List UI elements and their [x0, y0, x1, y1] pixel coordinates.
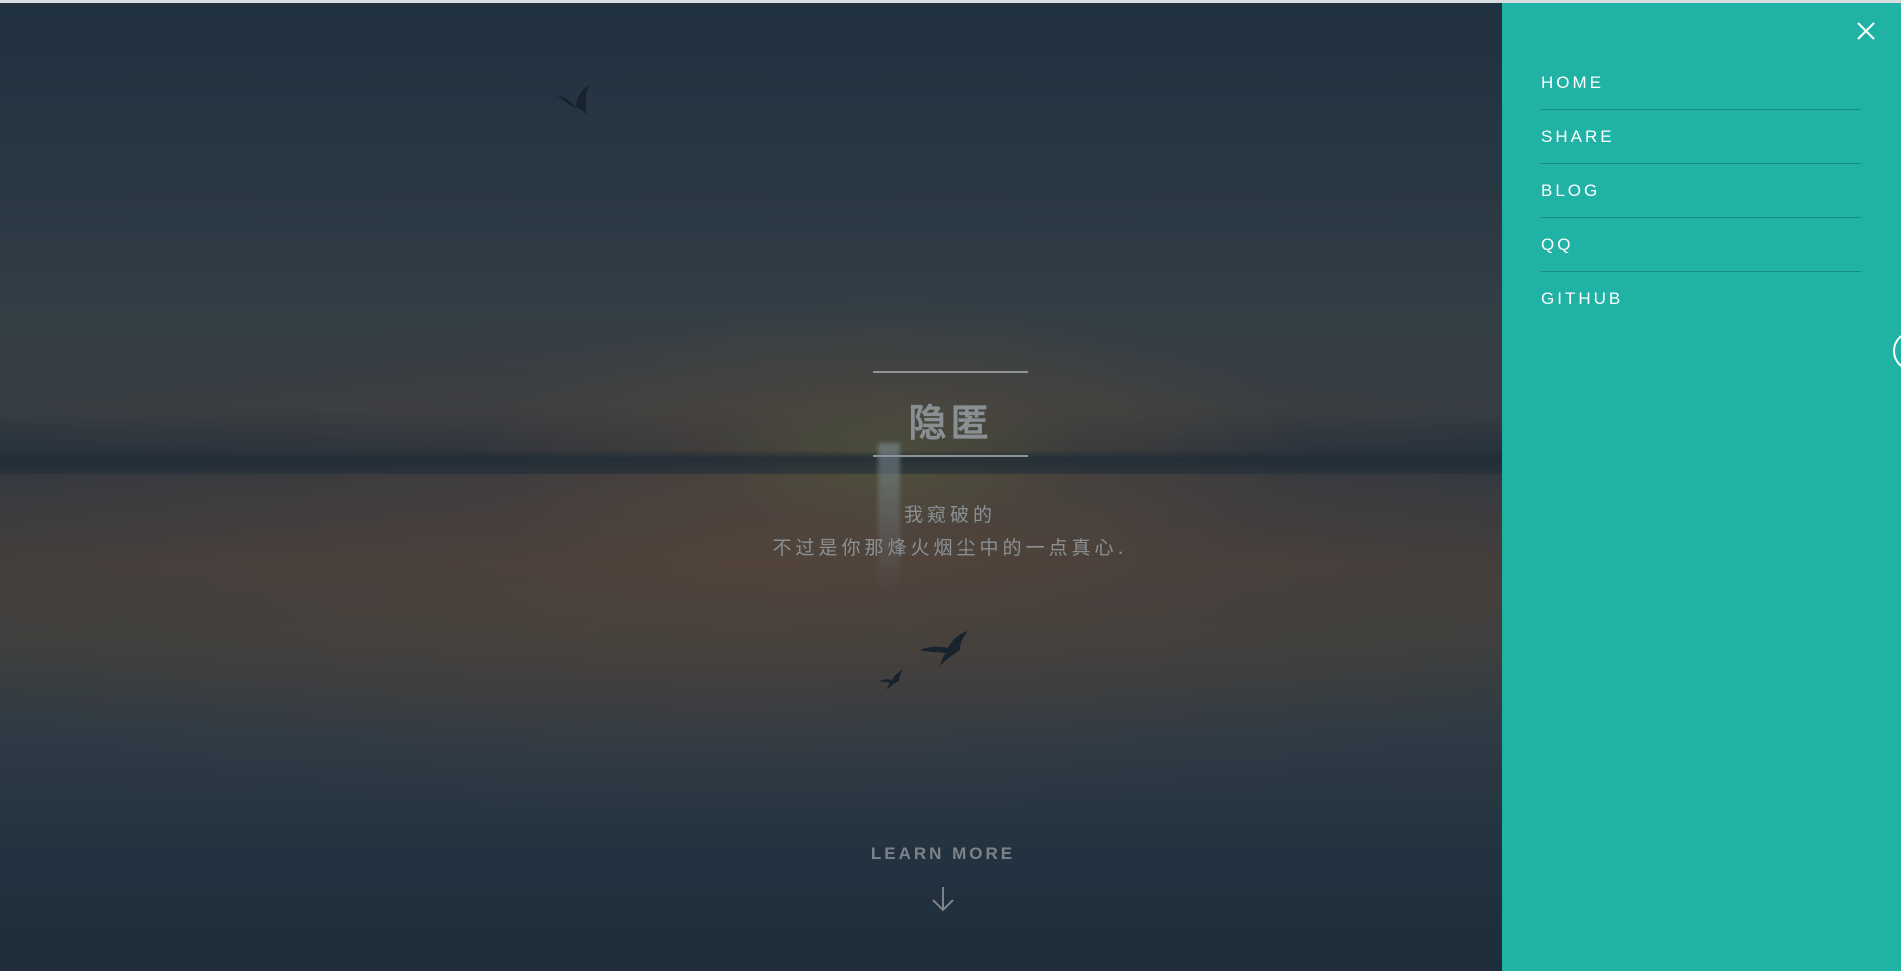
- menu-item-home[interactable]: HOME: [1541, 56, 1861, 110]
- menu-item-qq[interactable]: QQ: [1541, 218, 1861, 272]
- side-menu: HOME SHARE BLOG QQ GITHUB: [1541, 56, 1861, 325]
- menu-item-share[interactable]: SHARE: [1541, 110, 1861, 164]
- title-rule-bottom: [873, 455, 1028, 457]
- hero-content: 隐匿 我窥破的 不过是你那烽火烟尘中的一点真心. LEARN MORE: [0, 0, 1502, 968]
- menu-link-qq[interactable]: QQ: [1541, 235, 1573, 255]
- menu-link-share[interactable]: SHARE: [1541, 127, 1615, 147]
- menu-item-blog[interactable]: BLOG: [1541, 164, 1861, 218]
- menu-link-github[interactable]: GITHUB: [1541, 289, 1623, 309]
- menu-link-home[interactable]: HOME: [1541, 73, 1604, 93]
- tagline-line-2: 不过是你那烽火烟尘中的一点真心.: [772, 537, 1128, 559]
- menu-link-blog[interactable]: BLOG: [1541, 181, 1600, 201]
- learn-more-link[interactable]: LEARN MORE: [843, 844, 1043, 864]
- arrow-down-icon[interactable]: [928, 884, 958, 914]
- menu-item-github[interactable]: GITHUB: [1541, 272, 1861, 325]
- title-rule-top: [873, 371, 1028, 373]
- close-icon[interactable]: [1855, 20, 1877, 42]
- tagline-line-1: 我窥破的: [903, 504, 996, 526]
- site-title: 隐匿: [908, 401, 993, 445]
